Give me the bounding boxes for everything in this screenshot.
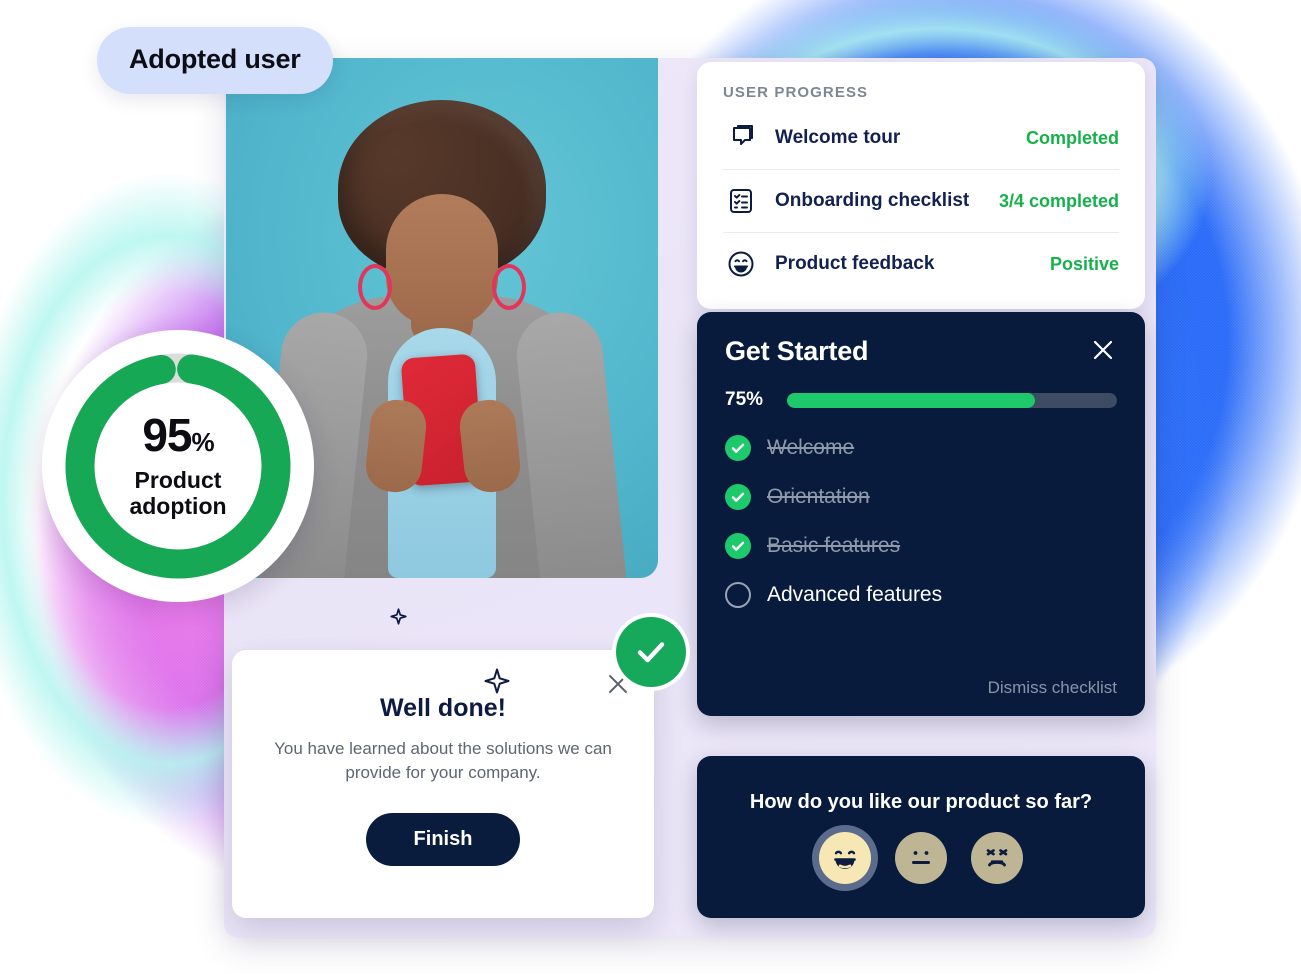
progress-row-welcome-tour[interactable]: Welcome tour Completed (723, 107, 1119, 170)
happy-face-emoji[interactable] (819, 831, 871, 884)
get-started-progress: 75% (725, 389, 1117, 411)
progress-row-onboarding-checklist[interactable]: Onboarding checklist 3/4 completed (723, 170, 1119, 233)
checklist-icon (723, 183, 759, 219)
well-done-modal: Well done! You have learned about the so… (232, 650, 654, 918)
sad-face-emoji[interactable] (971, 831, 1023, 884)
checklist-item-label: Welcome (767, 436, 855, 459)
progress-status: 3/4 completed (998, 190, 1119, 211)
close-icon[interactable] (1089, 336, 1117, 364)
smiley-face-icon (723, 246, 759, 282)
progress-label: Welcome tour (775, 127, 901, 148)
checklist-item-orientation[interactable]: Orientation (725, 484, 1117, 510)
get-started-percent-label: 75% (725, 389, 764, 410)
checklist-item-advanced-features[interactable]: Advanced features (725, 582, 1117, 608)
progress-label: Product feedback (775, 253, 935, 274)
donut-label: Product adoption (129, 467, 227, 520)
checkmark-icon (615, 617, 686, 687)
checklist-item-label: Orientation (767, 485, 870, 508)
donut-label-line2: adoption (129, 493, 227, 519)
chat-bubbles-icon (723, 120, 759, 156)
checklist-item-basic-features[interactable]: Basic features (725, 533, 1117, 559)
progress-label: Onboarding checklist (775, 190, 970, 211)
sparkle-icon-large (484, 668, 510, 699)
photo-earring-left (358, 264, 392, 310)
get-started-checklist-panel: Get Started 75% Welcome Orientation Basi… (697, 312, 1145, 716)
check-circle-icon (725, 484, 751, 510)
donut-percent-value: 95 (142, 409, 192, 462)
photo-head (386, 194, 498, 326)
check-circle-icon (725, 435, 751, 461)
user-progress-card: USER PROGRESS Welcome tour Completed Onb… (697, 62, 1145, 309)
dismiss-checklist-link[interactable]: Dismiss checklist (988, 678, 1117, 698)
well-done-title: Well done! (380, 694, 506, 722)
sparkle-icon-small (390, 608, 407, 630)
progress-bar-fill (787, 392, 1035, 408)
success-check-badge (611, 613, 690, 691)
progress-status: Completed (1025, 127, 1119, 148)
donut-label-line1: Product (134, 467, 222, 494)
progress-bar-track (787, 392, 1117, 408)
feedback-question: How do you like our product so far? (749, 790, 1093, 813)
neutral-face-emoji[interactable] (895, 831, 947, 884)
check-circle-icon (725, 533, 751, 559)
checklist-item-label: Basic features (767, 534, 901, 557)
donut-percent-unit: % (191, 427, 215, 458)
screenshot-root: Adopted user 95% Product adoption USER P… (0, 0, 1301, 974)
donut-center-text: 95% Product adoption (129, 412, 226, 520)
user-progress-title: USER PROGRESS (723, 84, 869, 101)
product-adoption-donut: 95% Product adoption (42, 330, 314, 602)
progress-row-product-feedback[interactable]: Product feedback Positive (723, 233, 1119, 295)
adopted-user-badge-label: Adopted user (129, 44, 301, 74)
progress-status: Positive (1049, 253, 1119, 274)
checklist-item-welcome[interactable]: Welcome (725, 435, 1117, 461)
adopted-user-badge: Adopted user (97, 27, 333, 94)
checklist-item-label: Advanced features (767, 583, 943, 606)
donut-percent: 95% (129, 412, 226, 458)
finish-button[interactable]: Finish (365, 813, 521, 867)
photo-earring-right (492, 264, 526, 310)
product-feedback-panel: How do you like our product so far? (697, 756, 1145, 918)
well-done-body: You have learned about the solutions we … (274, 739, 612, 783)
empty-circle-icon (725, 582, 751, 608)
get-started-header: Get Started (725, 336, 1117, 367)
feedback-options (819, 831, 1023, 884)
checklist-items: Welcome Orientation Basic features Advan… (725, 435, 1117, 608)
get-started-title: Get Started (725, 336, 869, 366)
